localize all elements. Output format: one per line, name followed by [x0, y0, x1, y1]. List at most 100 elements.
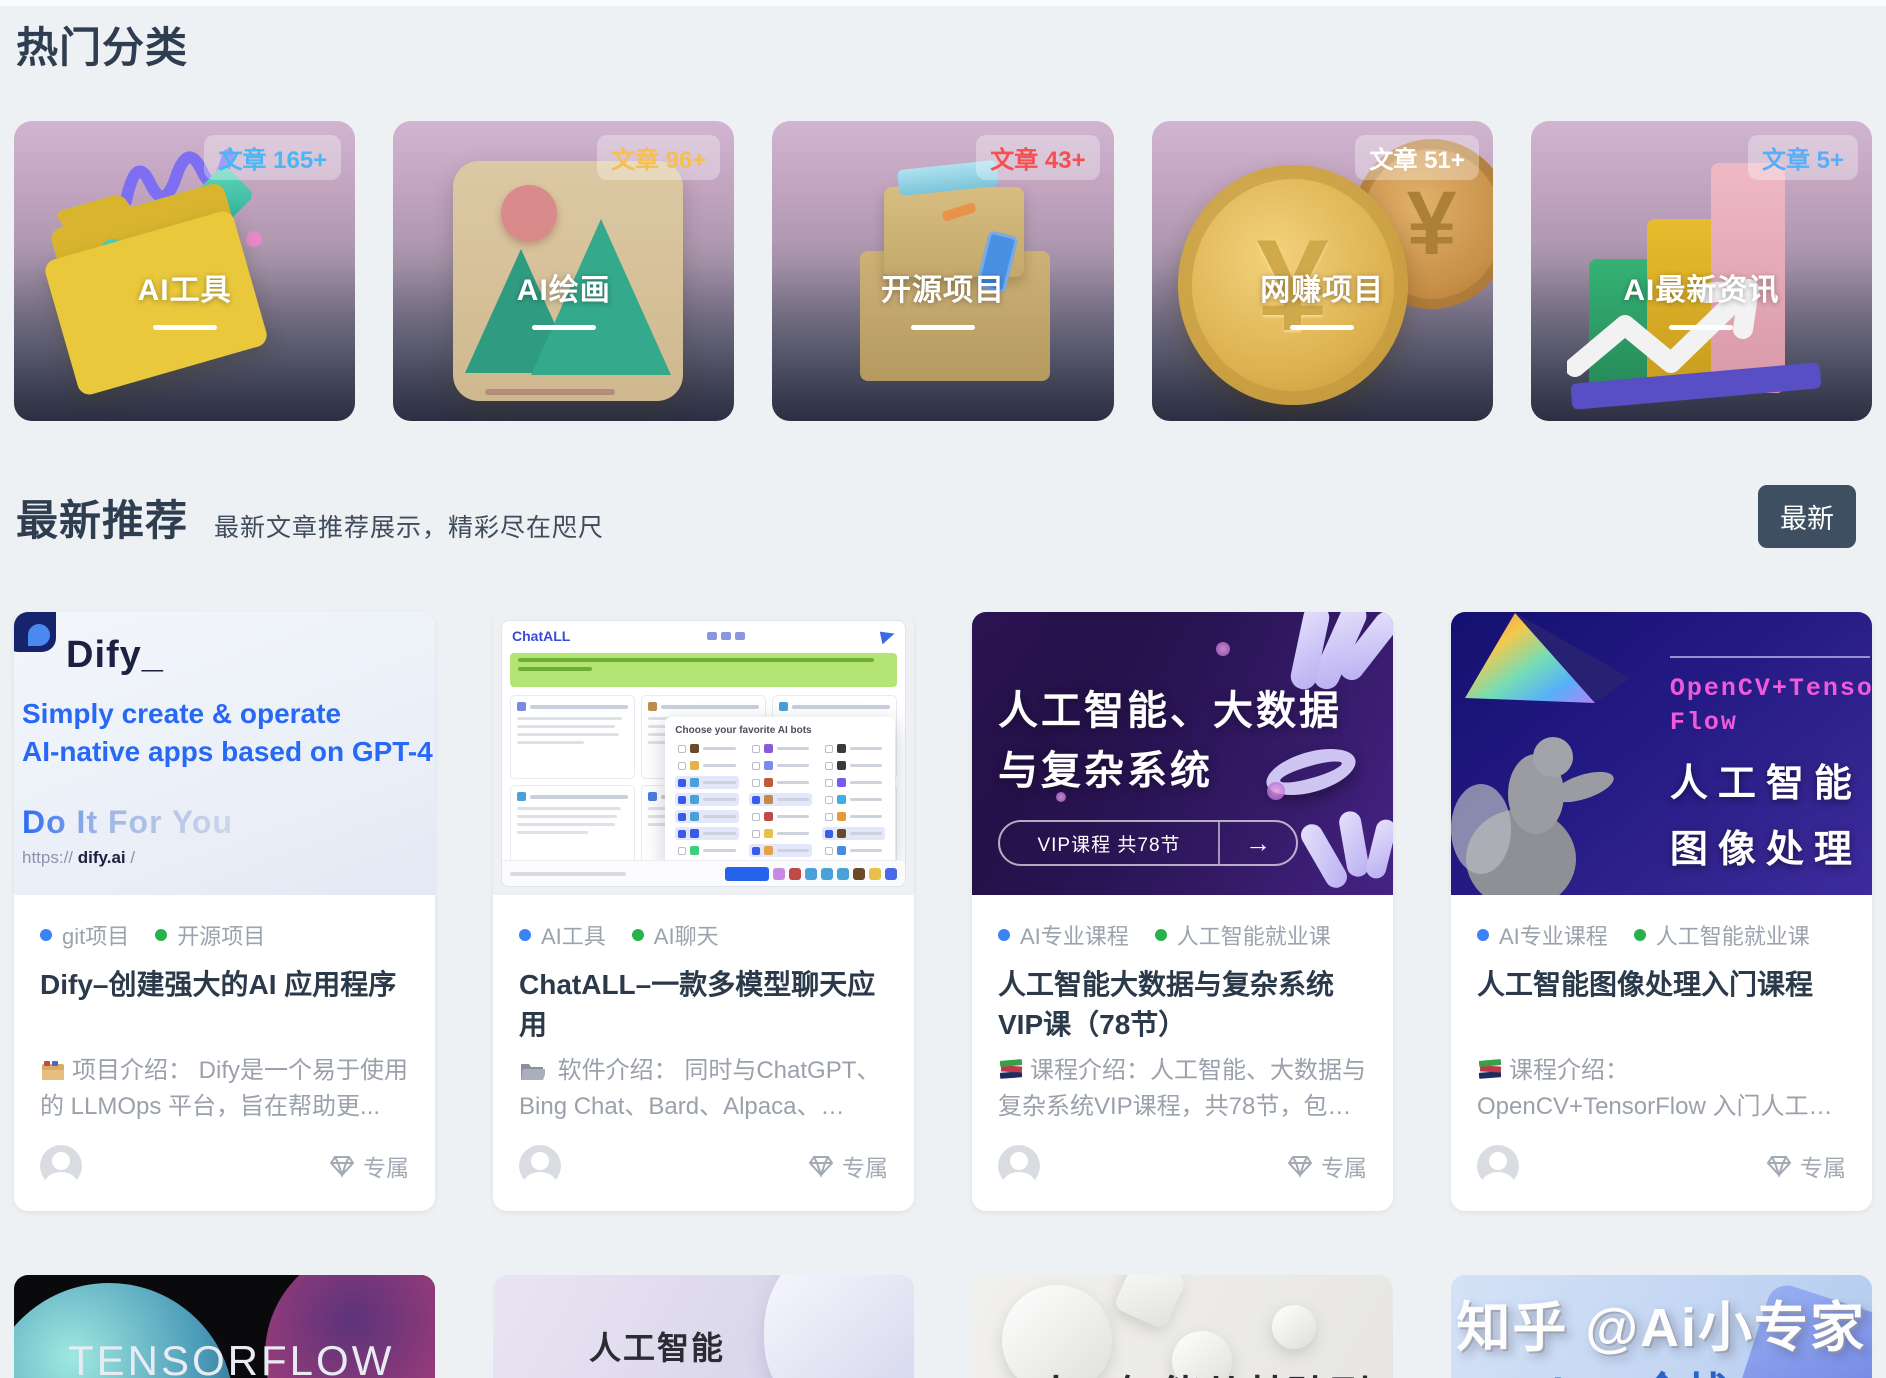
hot-categories-title: 热门分类 [16, 24, 189, 71]
article-card-ai-basics[interactable]: 人工智能从基础到实战 [972, 1275, 1393, 1378]
books-icon [999, 1059, 1023, 1079]
zhihu-watermark: 知乎 @Ai小专家 [1456, 1298, 1866, 1358]
image-course-thumbnail: OpenCV+Tensor Flow 人工智能 图像处理 [1451, 612, 1872, 895]
category-card-money-projects[interactable]: 文章 51+ 网赚项目 [1151, 121, 1493, 421]
tag-opensource[interactable]: 开源项目 [155, 919, 265, 951]
category-underline [152, 325, 217, 330]
popup-title: Choose your favorite AI bots [675, 725, 812, 736]
article-description: 课程介绍：人工智能、大数据与复杂系统VIP课程，共78节，包… [998, 1057, 1366, 1120]
article-description: 课程介绍： OpenCV+TensorFlow 入门人工… [1477, 1057, 1833, 1120]
dify-tagline: Do It For You [22, 804, 233, 840]
tag-dot [1154, 929, 1167, 941]
article-title[interactable]: ChatALL–一款多模型聊天应用 [519, 965, 888, 1045]
vip-pill: VIP课程 共78节 → [998, 820, 1298, 866]
dify-thumbnail: Dify_ Simply create & operate AI-native … [14, 612, 435, 895]
tag-row: git项目 开源项目 [40, 919, 409, 951]
tag-dot [1633, 929, 1646, 941]
category-underline [910, 325, 975, 330]
article-count-badge: 文章 43+ [976, 135, 1100, 180]
article-title[interactable]: 人工智能大数据与复杂系统VIP课（78节） [998, 965, 1367, 1045]
dify-logo-text: Dify_ [66, 634, 164, 676]
article-count-badge: 文章 5+ [1747, 135, 1858, 180]
article-footer: 专属 [519, 1145, 888, 1187]
robot-hand-art [1257, 612, 1393, 730]
tag-row: AI专业课程 人工智能就业课 [998, 919, 1367, 951]
tag-ai-career[interactable]: 人工智能就业课 [1633, 919, 1810, 951]
petal-art [764, 1275, 914, 1378]
chatall-thumbnail: ChatALL Choose your favorite AI bots [493, 612, 914, 895]
member-badge: 专属 [1766, 1149, 1846, 1183]
member-badge: 专属 [329, 1149, 409, 1183]
author-avatar[interactable] [998, 1145, 1040, 1187]
tag-ai-career[interactable]: 人工智能就业课 [1154, 919, 1331, 951]
tag-ai-chat[interactable]: AI聊天 [631, 919, 719, 951]
vip-course-thumbnail: 人工智能、大数据 与复杂系统 VIP课程 共78节 → [972, 612, 1393, 895]
tag-dot [1477, 929, 1489, 941]
latest-title: 最新推荐 [16, 497, 189, 544]
dify-slogan-line2: AI-native apps based on GPT-4 [22, 736, 433, 767]
banner-line2: Flow [1669, 708, 1738, 737]
latest-filter-button[interactable]: 最新 [1758, 485, 1856, 548]
article-description: 项目介绍： Dify是一个易于使用的 LLMOps 平台，旨在帮助更... [40, 1057, 408, 1120]
chatall-logo-text: ChatALL [512, 628, 571, 644]
category-underline [531, 325, 596, 330]
category-label: 网赚项目 [1260, 274, 1385, 307]
statue-art [1451, 737, 1614, 895]
article-card-bigdata-vip[interactable]: 人工智能、大数据 与复杂系统 VIP课程 共78节 → AI专业课程 人工智能就… [972, 612, 1393, 1211]
category-label: 开源项目 [880, 274, 1005, 307]
tag-row: AI专业课程 人工智能就业课 [1477, 919, 1846, 951]
gem-icon [808, 1156, 834, 1178]
banner-text: TENSORFLOW [68, 1337, 395, 1378]
gem-icon [1766, 1156, 1792, 1178]
tag-ai-tools[interactable]: AI工具 [519, 919, 606, 951]
banner-text: 人工智能从基础到实战 [1036, 1363, 1393, 1378]
tag-dot [40, 929, 52, 941]
article-card-dify[interactable]: Dify_ Simply create & operate AI-native … [14, 612, 435, 1211]
category-card-open-source[interactable]: 文章 43+ 开源项目 [772, 121, 1114, 421]
category-label: AI最新资讯 [1623, 274, 1780, 307]
member-badge: 专属 [1287, 1149, 1367, 1183]
category-card-ai-news[interactable]: 文章 5+ AI最新资讯 [1530, 121, 1872, 421]
article-card-nlp[interactable]: 人工智能 NLP自然语言处理 [493, 1275, 914, 1378]
author-avatar[interactable] [519, 1145, 561, 1187]
paper-plane-icon [879, 628, 897, 644]
tag-dot [519, 929, 531, 941]
author-avatar[interactable] [40, 1145, 82, 1187]
tag-dot [155, 929, 168, 941]
article-footer: 专属 [998, 1145, 1367, 1187]
article-card-chatall[interactable]: ChatALL Choose your favorite AI bots AI工… [493, 612, 914, 1211]
article-count-badge: 文章 51+ [1355, 135, 1479, 180]
banner-line3: 人工智能 [1669, 763, 1862, 805]
article-count-badge: 文章 165+ [204, 135, 342, 180]
article-footer: 专属 [1477, 1145, 1846, 1187]
article-title[interactable]: 人工智能图像处理入门课程 [1477, 965, 1846, 1045]
tag-row: AI工具 AI聊天 [519, 919, 888, 951]
banner-line2: NLP自然语言处理 [589, 1367, 911, 1378]
card-index-dividers-icon [42, 1061, 64, 1080]
hot-categories-grid: 文章 165+ AI工具 文章 96+ AI绘画 文章 43+ 开源项目 文章 … [0, 121, 1886, 421]
article-description: 软件介绍： 同时与ChatGPT、Bing Chat、Bard、Alpaca、… [519, 1057, 881, 1120]
category-card-ai-painting[interactable]: 文章 96+ AI绘画 [393, 121, 735, 421]
category-label: AI绘画 [516, 274, 611, 307]
category-card-ai-tools[interactable]: 文章 165+ AI工具 [14, 121, 356, 421]
dify-slogan-line1: Simply create & operate [22, 698, 342, 729]
author-avatar[interactable] [1477, 1145, 1519, 1187]
banner-line1: 人工智能 [589, 1330, 726, 1366]
article-footer: 专属 [40, 1145, 409, 1187]
tag-ai-course[interactable]: AI专业课程 [998, 919, 1129, 951]
category-underline [1669, 325, 1734, 330]
chat-input-bar [502, 860, 905, 886]
page: 热门分类 文章 165+ AI工具 文章 96+ AI绘画 文章 43+ 开源项… [0, 0, 1886, 1378]
books-icon [1478, 1059, 1502, 1079]
dify-logo-icon [14, 612, 56, 652]
gem-icon [329, 1156, 355, 1178]
tag-ai-course[interactable]: AI专业课程 [1477, 919, 1608, 951]
category-label: AI工具 [137, 274, 232, 307]
dify-url: https:// dify.ai / [22, 848, 136, 867]
category-underline [1290, 325, 1355, 330]
article-title[interactable]: Dify–创建强大的AI 应用程序 [40, 965, 409, 1045]
tag-dot [998, 929, 1010, 941]
article-card-tensorflow[interactable]: TENSORFLOW [14, 1275, 435, 1378]
tag-git[interactable]: git项目 [40, 919, 129, 951]
article-card-image-processing[interactable]: OpenCV+Tensor Flow 人工智能 图像处理 AI专业课程 人工智能… [1451, 612, 1872, 1211]
